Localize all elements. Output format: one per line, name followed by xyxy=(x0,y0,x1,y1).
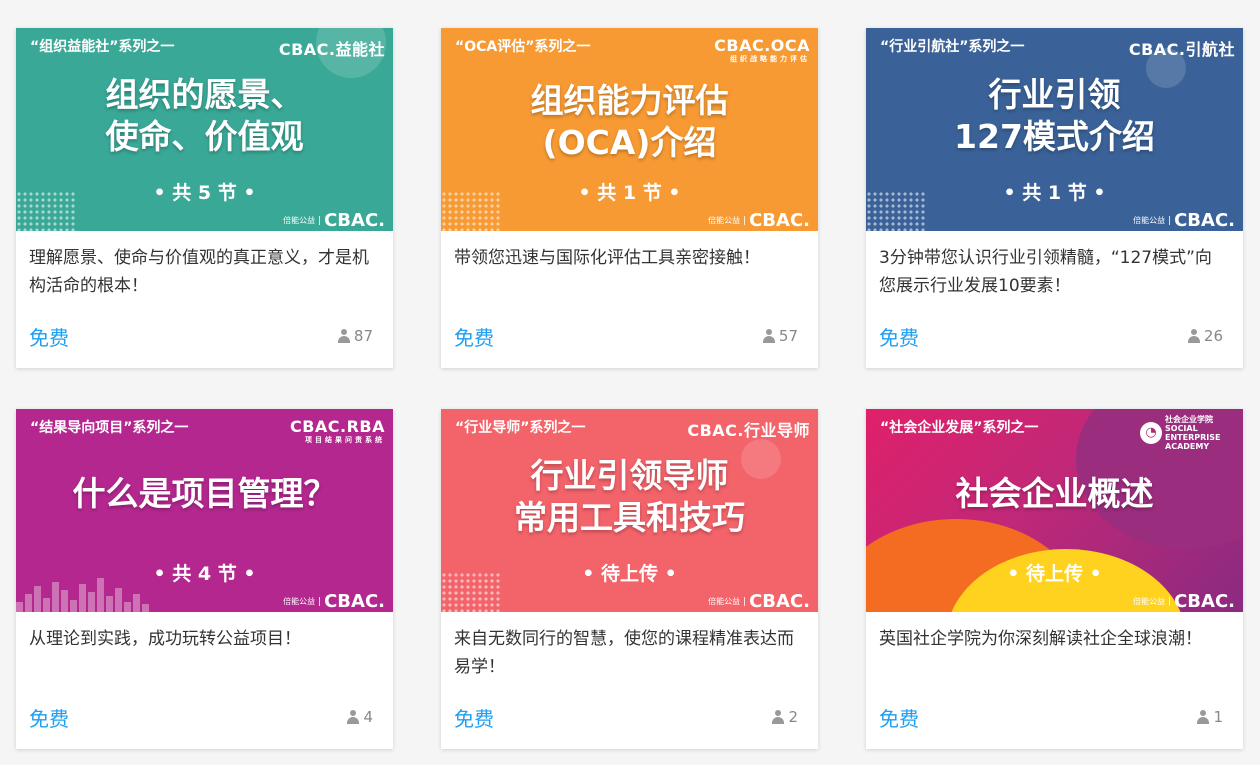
user-icon xyxy=(346,710,360,724)
course-card[interactable]: “组织益能社”系列之一 CBAC.益能社 组织的愿景、 使命、价值观 • 共 5… xyxy=(16,28,393,368)
course-card[interactable]: “结果导向项目”系列之一 CBAC.RBA 项目结果问责系统 什么是项目管理？ … xyxy=(16,409,393,749)
lesson-count: • 共 5 节 • xyxy=(153,182,256,204)
social-enterprise-logo: ◔ 社会企业学院 SOCIAL ENTERPRISE ACADEMY xyxy=(1140,415,1237,451)
course-card[interactable]: “行业导师”系列之一 CBAC.行业导师 行业引领导师 常用工具和技巧 • 待上… xyxy=(441,409,818,749)
cbac-logo: 倍能公益 CBAC. xyxy=(283,591,385,612)
cbac-logo: 倍能公益 CBAC. xyxy=(1133,591,1235,612)
course-banner[interactable]: “行业引航社”系列之一 CBAC.引航社 行业引领 127模式介绍 • 共 1 … xyxy=(866,28,1243,231)
course-description: 带领您迅速与国际化评估工具亲密接触！ xyxy=(454,248,760,268)
lesson-count: • 共 1 节 • xyxy=(578,182,681,204)
lesson-count: • 待上传 • xyxy=(1007,563,1102,585)
course-card[interactable]: “社会企业发展”系列之一 ◔ 社会企业学院 SOCIAL ENTERPRISE … xyxy=(866,409,1243,749)
series-label: “组织益能社”系列之一 xyxy=(30,39,175,55)
lesson-count: • 共 4 节 • xyxy=(153,563,256,585)
student-count: 4 xyxy=(346,708,373,726)
course-title: 行业引领 127模式介绍 xyxy=(954,75,1155,156)
course-banner[interactable]: “结果导向项目”系列之一 CBAC.RBA 项目结果问责系统 什么是项目管理？ … xyxy=(16,409,393,612)
brand-logo: CBAC.益能社 xyxy=(278,40,385,59)
course-description: 从理论到实践，成功玩转公益项目！ xyxy=(29,629,301,649)
student-count: 1 xyxy=(1196,708,1223,726)
user-icon xyxy=(762,329,776,343)
student-count: 87 xyxy=(337,327,373,345)
cbac-logo: 倍能公益 CBAC. xyxy=(283,210,385,231)
series-label: “结果导向项目”系列之一 xyxy=(30,420,189,436)
course-banner[interactable]: “行业导师”系列之一 CBAC.行业导师 行业引领导师 常用工具和技巧 • 待上… xyxy=(441,409,818,612)
brand-logo: CBAC.OCA 组织战略能力评估 xyxy=(714,36,810,63)
course-title: 行业引领导师 常用工具和技巧 xyxy=(514,456,745,537)
cbac-logo: 倍能公益 CBAC. xyxy=(708,210,810,231)
course-title: 组织的愿景、 使命、价值观 xyxy=(105,75,304,156)
student-count: 57 xyxy=(762,327,798,345)
course-description: 英国社企学院为你深刻解读社企全球浪潮！ xyxy=(879,629,1202,649)
price-label: 免费 xyxy=(879,326,919,350)
brand-logo: CBAC.RBA 项目结果问责系统 xyxy=(289,417,385,444)
user-icon xyxy=(1187,329,1201,343)
lesson-count: • 待上传 • xyxy=(582,563,677,585)
course-title: 什么是项目管理？ xyxy=(72,474,337,513)
student-count: 26 xyxy=(1187,327,1223,345)
se-logo-icon: ◔ xyxy=(1140,422,1162,444)
price-label: 免费 xyxy=(454,326,494,350)
series-label: “行业导师”系列之一 xyxy=(455,420,586,436)
course-banner[interactable]: “OCA评估”系列之一 CBAC.OCA 组织战略能力评估 组织能力评估 (OC… xyxy=(441,28,818,231)
price-label: 免费 xyxy=(29,326,69,350)
course-description: 3分钟带您认识行业引领精髓，“127模式”向您展示行业发展10要素！ xyxy=(879,248,1212,296)
user-icon xyxy=(771,710,785,724)
brand-logo: CBAC.引航社 xyxy=(1128,40,1235,59)
series-label: “社会企业发展”系列之一 xyxy=(880,420,1039,436)
cbac-logo: 倍能公益 CBAC. xyxy=(708,591,810,612)
user-icon xyxy=(337,329,351,343)
brand-logo: CBAC.行业导师 xyxy=(687,421,810,440)
course-description: 理解愿景、使命与价值观的真正意义，才是机构活命的根本！ xyxy=(29,248,369,296)
student-count: 2 xyxy=(771,708,798,726)
course-banner[interactable]: “社会企业发展”系列之一 ◔ 社会企业学院 SOCIAL ENTERPRISE … xyxy=(866,409,1243,612)
course-description: 来自无数同行的智慧，使您的课程精准表达而易学！ xyxy=(454,629,794,677)
cbac-logo: 倍能公益 CBAC. xyxy=(1133,210,1235,231)
course-banner[interactable]: “组织益能社”系列之一 CBAC.益能社 组织的愿景、 使命、价值观 • 共 5… xyxy=(16,28,393,231)
lesson-count: • 共 1 节 • xyxy=(1003,182,1106,204)
course-title: 组织能力评估 (OCA)介绍 xyxy=(530,81,729,162)
price-label: 免费 xyxy=(29,707,69,731)
price-label: 免费 xyxy=(454,707,494,731)
course-card[interactable]: “行业引航社”系列之一 CBAC.引航社 行业引领 127模式介绍 • 共 1 … xyxy=(866,28,1243,368)
price-label: 免费 xyxy=(879,707,919,731)
series-label: “行业引航社”系列之一 xyxy=(880,39,1025,55)
course-card[interactable]: “OCA评估”系列之一 CBAC.OCA 组织战略能力评估 组织能力评估 (OC… xyxy=(441,28,818,368)
course-grid: “组织益能社”系列之一 CBAC.益能社 组织的愿景、 使命、价值观 • 共 5… xyxy=(0,0,1260,765)
course-title: 社会企业概述 xyxy=(955,474,1154,513)
user-icon xyxy=(1196,710,1210,724)
series-label: “OCA评估”系列之一 xyxy=(455,39,591,55)
